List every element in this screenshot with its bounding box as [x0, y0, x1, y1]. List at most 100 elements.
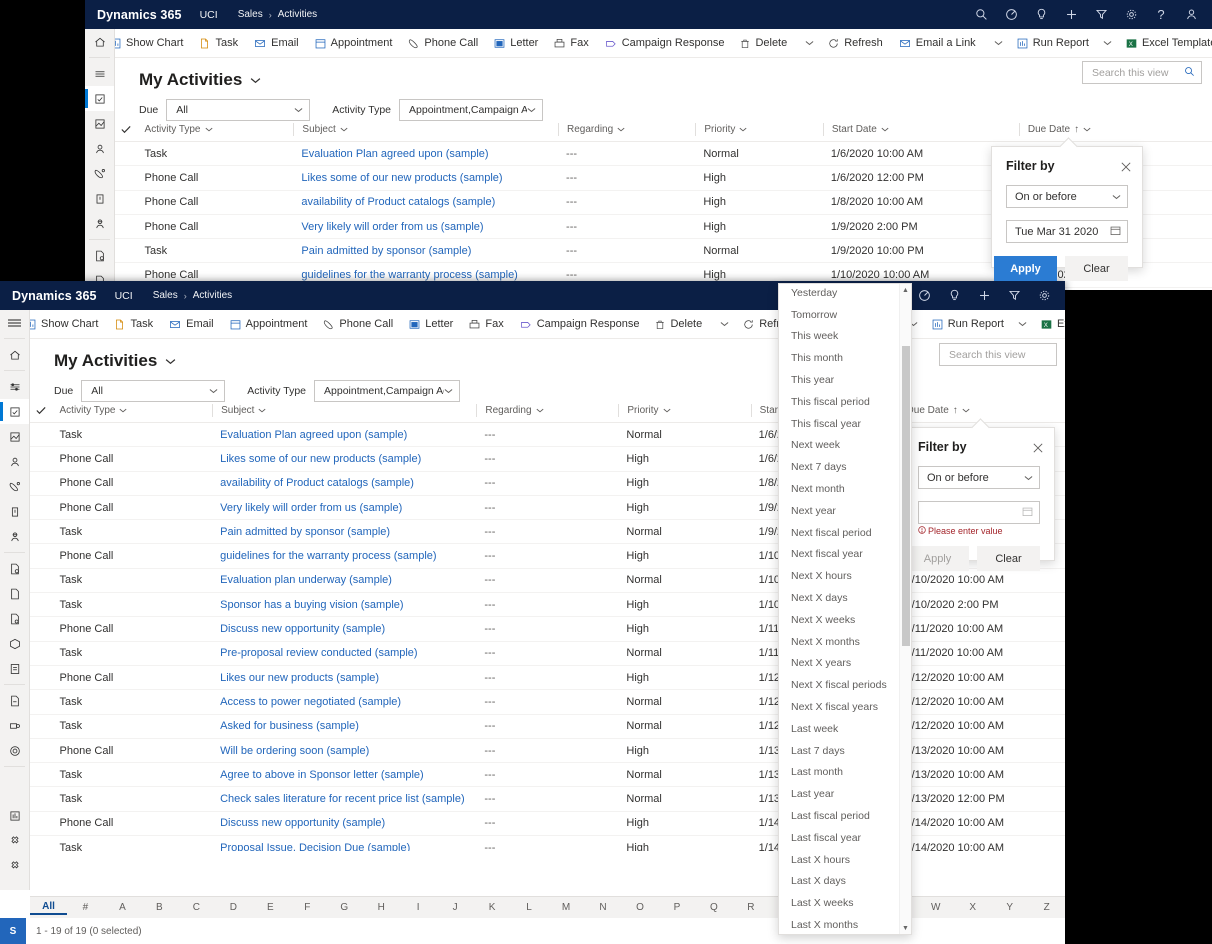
- cell-subject[interactable]: Evaluation Plan agreed upon (sample): [212, 429, 476, 441]
- delete-overflow-chevron-down-icon[interactable]: [799, 40, 820, 46]
- alpha-filter-x[interactable]: X: [954, 902, 991, 913]
- dropdown-option[interactable]: Last X weeks: [779, 892, 899, 914]
- column-header-start-date[interactable]: Start Date: [822, 123, 1019, 136]
- rail-recent-icon[interactable]: [85, 61, 114, 86]
- runreport-chevron-down-icon[interactable]: [1012, 321, 1033, 327]
- command-fax[interactable]: Fax: [461, 310, 511, 338]
- rail-pinned-icon[interactable]: [85, 86, 114, 111]
- cell-subject[interactable]: Very likely will order from us (sample): [293, 221, 558, 233]
- alpha-filter-all[interactable]: All: [30, 901, 67, 915]
- rail-lead-icon[interactable]: [85, 211, 114, 236]
- alpha-filter-j[interactable]: J: [437, 902, 474, 913]
- rail-account-icon[interactable]: [0, 499, 29, 524]
- command-delete[interactable]: Delete: [732, 29, 795, 57]
- emaillink-overflow-chevron-down-icon[interactable]: [988, 40, 1009, 46]
- command-refresh[interactable]: Refresh: [820, 29, 891, 57]
- dropdown-option[interactable]: Tomorrow: [779, 304, 899, 326]
- alpha-filter-e[interactable]: E: [252, 902, 289, 913]
- command-show-chart[interactable]: Show Chart: [102, 29, 191, 57]
- command-letter[interactable]: Letter: [401, 310, 461, 338]
- dropdown-option[interactable]: Next X weeks: [779, 609, 899, 631]
- rail-hamburger-icon[interactable]: [0, 310, 29, 335]
- rail-activity-icon[interactable]: [85, 161, 114, 186]
- rail-opportunity-icon[interactable]: [0, 556, 29, 581]
- dropdown-scrollbar[interactable]: ▲ ▼: [899, 284, 911, 934]
- dropdown-option[interactable]: Next month: [779, 478, 899, 500]
- column-menu-chevron-down-icon[interactable]: [962, 405, 970, 416]
- rail-report-icon[interactable]: [0, 803, 29, 828]
- clear-button[interactable]: Clear: [1065, 256, 1128, 281]
- app-brand[interactable]: Dynamics 365: [97, 8, 182, 22]
- cell-subject[interactable]: Pre-proposal review conducted (sample): [212, 647, 476, 659]
- command-delete[interactable]: Delete: [647, 310, 710, 338]
- dropdown-option[interactable]: Yesterday: [779, 284, 899, 304]
- dropdown-option[interactable]: Last X hours: [779, 849, 899, 871]
- calendar-icon[interactable]: [1022, 506, 1033, 520]
- select-all-checkbox[interactable]: [30, 406, 52, 415]
- gear-icon[interactable]: [1118, 2, 1144, 28]
- rail-quote-icon[interactable]: [0, 581, 29, 606]
- status-badge[interactable]: S: [0, 918, 26, 944]
- dropdown-option[interactable]: Last month: [779, 762, 899, 784]
- select-all-checkbox[interactable]: [115, 125, 137, 134]
- alpha-filter-w[interactable]: W: [917, 902, 954, 913]
- alpha-filter-m[interactable]: M: [548, 902, 585, 913]
- command-appointment[interactable]: Appointment: [222, 310, 316, 338]
- cell-subject[interactable]: guidelines for the warranty process (sam…: [293, 269, 558, 281]
- alpha-filter-y[interactable]: Y: [991, 902, 1028, 913]
- column-header-regarding[interactable]: Regarding: [476, 404, 618, 417]
- rail-recent-icon[interactable]: [0, 374, 29, 399]
- command-campaign-response[interactable]: Campaign Response: [597, 29, 733, 57]
- column-menu-chevron-down-icon[interactable]: [881, 124, 889, 135]
- rail-opportunity-icon[interactable]: [85, 243, 114, 268]
- cell-subject[interactable]: Very likely will order from us (sample): [212, 502, 476, 514]
- rail-order-icon[interactable]: [0, 606, 29, 631]
- rail-dashboard-icon[interactable]: [85, 111, 114, 136]
- alpha-filter-d[interactable]: D: [215, 902, 252, 913]
- help-icon[interactable]: ?: [1148, 2, 1174, 28]
- close-icon[interactable]: [1033, 440, 1043, 458]
- alpha-filter-o[interactable]: O: [622, 902, 659, 913]
- calendar-icon[interactable]: [1110, 225, 1121, 239]
- filter-date-input[interactable]: Tue Mar 31 2020: [1006, 220, 1128, 243]
- dropdown-option[interactable]: Next X fiscal periods: [779, 674, 899, 696]
- rail-home-icon[interactable]: [85, 29, 114, 54]
- lightbulb-icon[interactable]: [1028, 2, 1054, 28]
- column-menu-chevron-down-icon[interactable]: [258, 405, 266, 416]
- dropdown-option[interactable]: Last X months: [779, 914, 899, 934]
- alpha-filter-n[interactable]: N: [585, 902, 622, 913]
- dropdown-option[interactable]: This month: [779, 347, 899, 369]
- column-menu-chevron-down-icon[interactable]: [617, 124, 625, 135]
- plus-icon[interactable]: [971, 283, 997, 309]
- command-excel-templates[interactable]: X Excel Templates: [1033, 310, 1065, 338]
- dropdown-option[interactable]: This year: [779, 369, 899, 391]
- command-show-chart[interactable]: Show Chart: [17, 310, 106, 338]
- column-header-activity-type[interactable]: Activity Type: [137, 123, 294, 136]
- dropdown-option[interactable]: Next week: [779, 435, 899, 457]
- command-phone-call[interactable]: Phone Call: [315, 310, 401, 338]
- dropdown-option[interactable]: This fiscal year: [779, 413, 899, 435]
- alpha-filter-g[interactable]: G: [326, 902, 363, 913]
- filter-date-input[interactable]: [918, 501, 1040, 524]
- gear-icon[interactable]: [1031, 283, 1057, 309]
- command-appointment[interactable]: Appointment: [307, 29, 401, 57]
- rail-alerts-icon[interactable]: [0, 828, 29, 853]
- cell-subject[interactable]: Sponsor has a buying vision (sample): [212, 599, 476, 611]
- column-header-due-date[interactable]: Due Date ↑: [1018, 123, 1212, 136]
- scroll-up-icon[interactable]: ▲: [900, 284, 911, 296]
- alpha-filter-i[interactable]: I: [400, 902, 437, 913]
- command-email[interactable]: Email: [246, 29, 307, 57]
- rail-settings-icon[interactable]: [0, 853, 29, 878]
- search-input-2[interactable]: Search this view: [939, 343, 1057, 366]
- column-menu-chevron-down-icon[interactable]: [739, 124, 747, 135]
- rail-competitor-icon[interactable]: [0, 713, 29, 738]
- column-menu-chevron-down-icon[interactable]: [205, 124, 213, 135]
- cell-subject[interactable]: Likes some of our new products (sample): [293, 172, 558, 184]
- column-header-regarding[interactable]: Regarding: [558, 123, 695, 136]
- cell-subject[interactable]: Pain admitted by sponsor (sample): [212, 526, 476, 538]
- alpha-filter-f[interactable]: F: [289, 902, 326, 913]
- command-email[interactable]: Email: [161, 310, 222, 338]
- command-email-a-link[interactable]: Email a Link: [891, 29, 984, 57]
- search-icon[interactable]: [1184, 66, 1195, 80]
- rail-account-icon[interactable]: [85, 186, 114, 211]
